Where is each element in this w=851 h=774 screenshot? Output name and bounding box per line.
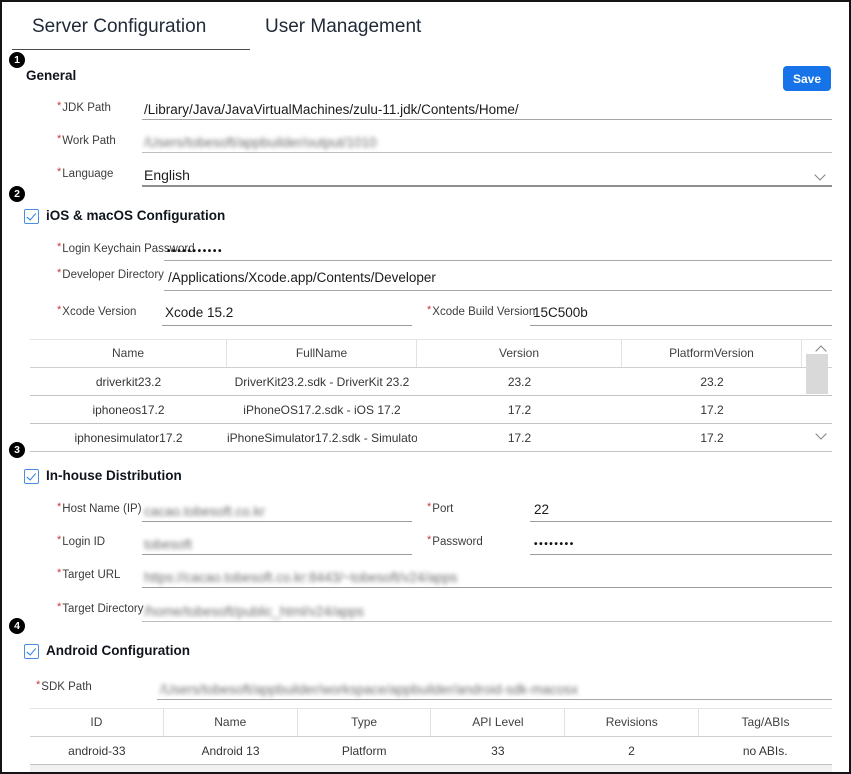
table-row[interactable]: iphonesimulator17.2 iPhoneSimulator17.2.… [30, 424, 832, 452]
ios-sdk-table-header: Name FullName Version PlatformVersion [30, 339, 832, 368]
target-url-label: Target URL [57, 569, 120, 581]
table-row[interactable]: iphoneos17.2 iPhoneOS17.2.sdk - iOS 17.2… [30, 396, 832, 424]
target-directory-underline [142, 621, 832, 622]
cell-platformversion: 17.2 [622, 424, 802, 451]
cell-version: 17.2 [417, 424, 622, 451]
scrollbar-gutter [802, 396, 832, 423]
developer-directory-label: Developer Directory [57, 269, 164, 281]
android-table-empty-strip [30, 765, 832, 774]
developer-directory-underline [164, 290, 832, 291]
port-input[interactable]: 22 [534, 502, 549, 517]
language-select[interactable]: English [144, 167, 190, 183]
column-header-type[interactable]: Type [298, 709, 432, 736]
save-button[interactable]: Save [783, 66, 831, 91]
sdk-path-underline [157, 699, 832, 700]
cell-id: android-33 [30, 737, 164, 764]
xcode-build-version-underline [530, 325, 832, 326]
cell-name: iphonesimulator17.2 [30, 424, 227, 451]
password-label: Password [427, 536, 483, 548]
work-path-underline [142, 152, 832, 153]
sdk-path-input[interactable]: /Users/tobesoft/appbuilder/workspace/app… [160, 682, 578, 697]
step-badge-2: 2 [9, 186, 25, 202]
general-section-title: General [26, 68, 76, 83]
tab-server-configuration[interactable]: Server Configuration [32, 16, 206, 38]
login-keychain-underline [164, 260, 832, 261]
xcode-version-label: Xcode Version [57, 306, 136, 318]
android-section-checkbox[interactable] [24, 644, 39, 659]
android-sdk-table-header: ID Name Type API Level Revisions Tag/ABI… [30, 708, 832, 737]
scrollbar-gutter [802, 424, 832, 451]
login-id-input[interactable]: tobesoft [144, 537, 192, 552]
login-keychain-password-input[interactable]: ••••••••••• [167, 246, 223, 257]
cell-revisions: 2 [565, 737, 699, 764]
inhouse-section-title: In-house Distribution [46, 468, 182, 483]
developer-directory-input[interactable]: /Applications/Xcode.app/Contents/Develop… [168, 270, 436, 285]
ios-sdk-table: Name FullName Version PlatformVersion dr… [30, 339, 832, 452]
xcode-version-underline [162, 325, 412, 326]
cell-tag-abis: no ABIs. [698, 737, 832, 764]
language-label: Language [57, 168, 113, 180]
language-underline [142, 185, 832, 187]
cell-platformversion: 17.2 [622, 396, 802, 423]
column-header-version[interactable]: Version [417, 340, 622, 367]
jdk-path-underline [142, 119, 832, 120]
xcode-build-version-input[interactable]: 15C500b [533, 305, 588, 320]
xcode-version-input[interactable]: Xcode 15.2 [165, 305, 233, 320]
step-badge-3: 3 [9, 442, 25, 458]
login-id-label: Login ID [57, 536, 105, 548]
sdk-path-label: SDK Path [36, 681, 92, 693]
tab-user-management[interactable]: User Management [265, 16, 421, 38]
cell-name: iphoneos17.2 [30, 396, 227, 423]
android-section-title: Android Configuration [46, 643, 190, 658]
column-header-id[interactable]: ID [30, 709, 164, 736]
server-config-page: Server Configuration User Management 1 2… [0, 0, 851, 774]
inhouse-section-checkbox[interactable] [24, 469, 39, 484]
cell-name: driverkit23.2 [30, 368, 227, 395]
column-header-name[interactable]: Name [164, 709, 298, 736]
target-directory-input[interactable]: /home/tobesoft/public_html/v24/apps [144, 604, 364, 619]
target-url-underline [142, 587, 832, 588]
host-name-label: Host Name (IP) [57, 503, 142, 515]
chevron-down-icon[interactable] [814, 169, 825, 180]
cell-type: Platform [297, 737, 431, 764]
port-underline [530, 521, 832, 522]
password-underline [530, 554, 832, 555]
step-badge-1: 1 [9, 52, 25, 68]
jdk-path-label: JDK Path [57, 102, 111, 114]
column-header-tag-abis[interactable]: Tag/ABIs [699, 709, 832, 736]
ios-section-title: iOS & macOS Configuration [46, 208, 225, 223]
cell-name: Android 13 [164, 737, 298, 764]
column-header-api-level[interactable]: API Level [431, 709, 565, 736]
cell-fullname: iPhoneOS17.2.sdk - iOS 17.2 [227, 396, 417, 423]
scrollbar-thumb[interactable] [806, 354, 828, 394]
target-url-input[interactable]: https://cacao.tobesoft.co.kr:8443/~tobes… [144, 570, 457, 585]
cell-platformversion: 23.2 [622, 368, 802, 395]
cell-version: 23.2 [417, 368, 622, 395]
cell-version: 17.2 [417, 396, 622, 423]
table-row[interactable]: android-33 Android 13 Platform 33 2 no A… [30, 737, 832, 765]
target-directory-label: Target Directory [57, 603, 143, 615]
xcode-build-version-label: Xcode Build Version [427, 306, 535, 318]
cell-api-level: 33 [431, 737, 565, 764]
android-sdk-table: ID Name Type API Level Revisions Tag/ABI… [30, 708, 832, 774]
cell-fullname: DriverKit23.2.sdk - DriverKit 23.2 [227, 368, 417, 395]
column-header-revisions[interactable]: Revisions [565, 709, 699, 736]
jdk-path-input[interactable]: /Library/Java/JavaVirtualMachines/zulu-1… [144, 102, 519, 117]
table-row[interactable]: driverkit23.2 DriverKit23.2.sdk - Driver… [30, 368, 832, 396]
host-name-underline [142, 521, 412, 522]
active-tab-underline [12, 49, 250, 50]
step-badge-4: 4 [9, 618, 25, 634]
login-id-underline [142, 554, 412, 555]
host-name-input[interactable]: cacao.tobesoft.co.kr [144, 504, 265, 519]
ios-section-checkbox[interactable] [24, 209, 39, 224]
work-path-label: Work Path [57, 135, 116, 147]
column-header-name[interactable]: Name [30, 340, 227, 367]
password-input[interactable]: •••••••• [534, 539, 575, 550]
port-label: Port [427, 503, 453, 515]
cell-fullname: iPhoneSimulator17.2.sdk - Simulator - iC [227, 424, 417, 451]
work-path-input[interactable]: /Users/tobesoft/appbuilder/output/1010 [144, 135, 377, 150]
column-header-platformversion[interactable]: PlatformVersion [622, 340, 802, 367]
column-header-fullname[interactable]: FullName [227, 340, 417, 367]
